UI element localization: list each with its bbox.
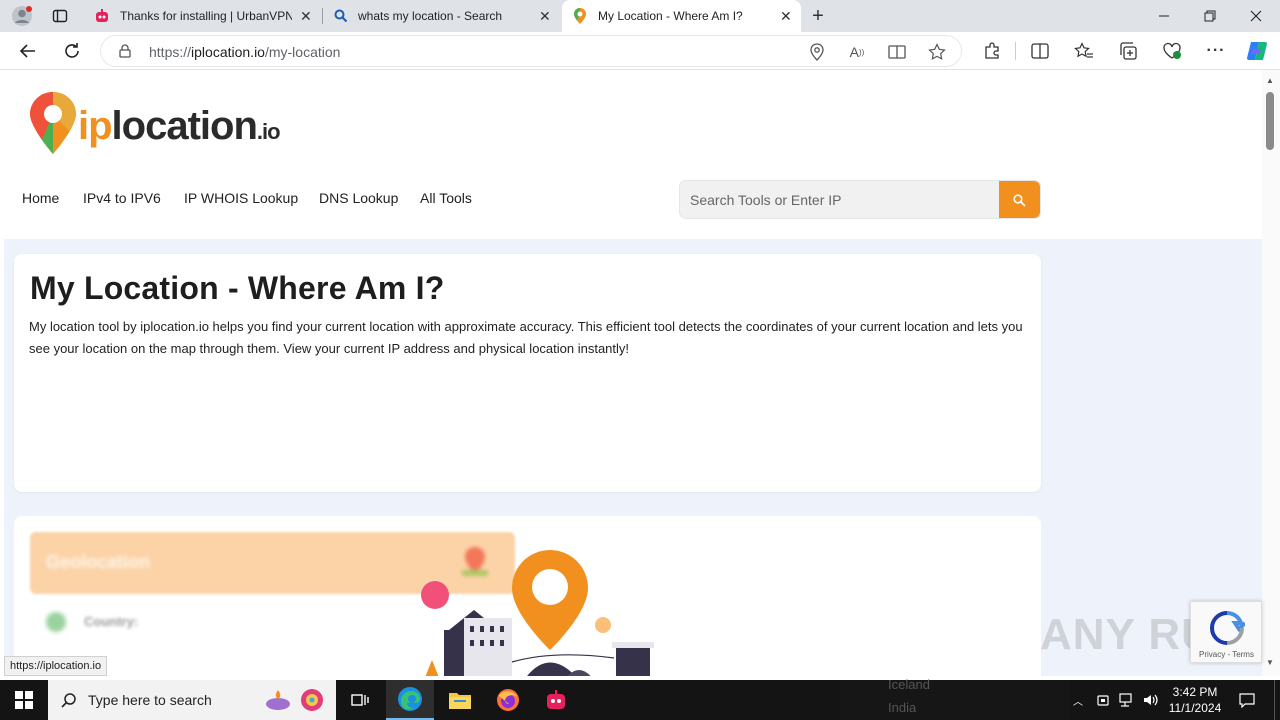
search-input[interactable]: Search Tools or Enter IP [690,192,841,208]
page-scrollbar[interactable]: ▲ ▼ [1262,70,1280,676]
logo-ip-text: ip [78,104,113,148]
refresh-icon[interactable] [60,39,84,63]
close-tab-icon[interactable]: ✕ [300,8,312,25]
clock-time: 3:42 PM [1172,685,1218,699]
background-window-region: Iceland India [840,677,1070,720]
profile-avatar-icon[interactable] [8,4,36,28]
clock-date: 11/1/2024 [1168,701,1222,715]
favorite-star-icon[interactable] [927,42,947,62]
urbanvpn-favicon-icon [94,8,110,24]
url-host: iplocation.io [191,44,265,60]
favorites-icon[interactable] [1072,39,1096,63]
recaptcha-links[interactable]: Privacy - Terms [1199,650,1254,659]
geolocation-heading: Geolocation [46,552,151,572]
page-viewport: iplocation.io Home IPv4 to IPV6 IP WHOIS… [4,70,1262,676]
recaptcha-icon [1209,611,1245,645]
background-text-iceland: Iceland [888,677,930,692]
browser-tab-strip: Thanks for installing | UrbanVPN ✕ whats… [0,0,1280,32]
tab-title: My Location - Where Am I? [598,9,743,23]
extensions-icon[interactable] [980,39,1004,63]
logo-location-text: location [111,104,258,148]
start-icon[interactable] [0,680,48,720]
taskbar-search-icon [61,693,76,708]
scrollbar-thumb[interactable] [1266,92,1274,150]
url-text: https://iplocation.io/my-location [149,44,340,60]
nav-home[interactable]: Home [22,190,59,206]
nav-ip-whois-lookup[interactable]: IP WHOIS Lookup [184,190,298,206]
task-view-icon[interactable] [344,680,376,720]
show-hidden-icons-icon[interactable]: ︿ [1068,680,1088,720]
restore-icon[interactable] [1196,4,1224,28]
taskbar-search[interactable]: Type here to search [48,680,336,720]
tab-title: whats my location - Search [358,9,503,23]
page-description: My location tool by iplocation.io helps … [29,319,1023,356]
immersive-reader-icon[interactable] [887,42,907,62]
country-icon [46,612,66,632]
site-search: Search Tools or Enter IP [679,180,1041,219]
recaptcha-badge[interactable]: Privacy - Terms [1190,601,1262,663]
file-explorer-icon[interactable] [438,680,482,720]
nav-ipv4-to-ipv6[interactable]: IPv4 to IPV6 [83,190,161,206]
close-tab-icon[interactable]: ✕ [780,8,792,25]
taskbar-clock[interactable]: 3:42 PM 11/1/2024 [1160,684,1230,716]
split-screen-icon[interactable] [1028,39,1052,63]
scroll-down-icon[interactable]: ▼ [1266,658,1274,667]
location-illustration [421,550,654,676]
network-icon[interactable] [1116,680,1138,720]
back-icon[interactable] [16,39,40,63]
firefox-icon[interactable] [486,680,530,720]
close-window-icon[interactable] [1242,4,1270,28]
background-text-india: India [888,700,917,715]
new-tab-icon[interactable]: + [806,4,830,28]
location-permission-icon[interactable] [807,42,827,62]
site-header: iplocation.io Home IPv4 to IPV6 IP WHOIS… [4,70,1262,239]
volume-icon[interactable] [1140,680,1162,720]
urbanvpn-taskbar-icon[interactable] [534,680,578,720]
more-menu-icon[interactable]: ··· [1204,39,1228,63]
url-path: /my-location [264,44,341,60]
intro-card: My Location - Where Am I? My location to… [14,254,1041,492]
address-bar-row: https://iplocation.io/my-location A)) ··… [0,32,1280,70]
search-favicon-icon [333,8,349,24]
notifications-icon[interactable] [1232,680,1262,720]
tab-urbanvpn[interactable]: Thanks for installing | UrbanVPN ✕ [84,0,322,32]
nav-dns-lookup[interactable]: DNS Lookup [319,190,398,206]
status-bar-url: https://iplocation.io [4,656,108,676]
iplocation-favicon-icon [572,8,588,24]
page-title: My Location - Where Am I? [30,270,445,306]
scroll-up-icon[interactable]: ▲ [1266,76,1274,85]
minimize-icon[interactable] [1150,4,1178,28]
search-icon [1013,194,1026,207]
read-aloud-icon[interactable]: A)) [847,42,867,62]
tab-actions-icon[interactable] [48,4,72,28]
usb-device-icon[interactable] [1092,680,1114,720]
search-button[interactable] [999,181,1040,218]
copilot-icon[interactable] [1244,38,1270,64]
show-desktop-button[interactable] [1274,680,1280,720]
taskbar-search-input[interactable]: Type here to search [88,692,212,708]
tab-search[interactable]: whats my location - Search ✕ [323,0,561,32]
edge-taskbar-icon[interactable] [386,680,434,720]
country-label: Country: [84,614,139,629]
geolocation-card: Geolocation Country: [14,516,1041,676]
windows-taskbar: Type here to search Iceland India ︿ 3:42… [0,677,1280,720]
close-tab-icon[interactable]: ✕ [539,8,551,25]
diwali-search-highlight-icon [266,689,323,711]
nav-all-tools[interactable]: All Tools [420,190,472,206]
browser-essentials-icon[interactable] [1160,39,1184,63]
tab-title: Thanks for installing | UrbanVPN [120,9,292,23]
url-scheme: https:// [149,44,192,60]
logo-tld-text: .io [256,119,281,144]
tab-my-location[interactable]: My Location - Where Am I? ✕ [562,0,801,32]
collections-icon[interactable] [1116,39,1140,63]
address-bar[interactable]: https://iplocation.io/my-location A)) [100,35,962,67]
lock-icon[interactable] [117,43,133,59]
toolbar-divider [1015,42,1016,60]
logo-pin-icon [30,92,76,154]
site-logo[interactable]: iplocation.io [28,90,318,160]
